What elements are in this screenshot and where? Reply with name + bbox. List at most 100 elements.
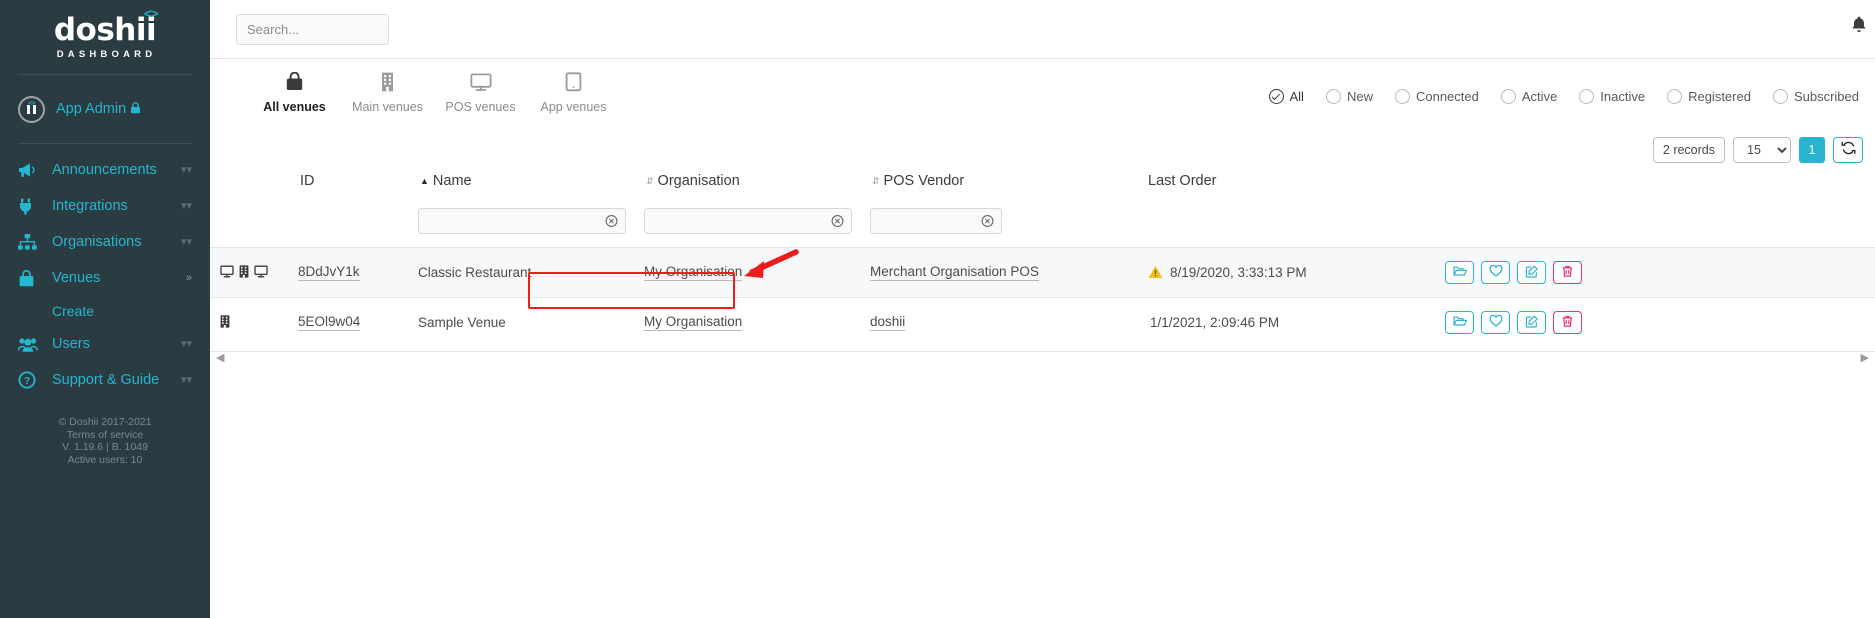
logo-code-icon: <> bbox=[144, 5, 158, 21]
search-input[interactable] bbox=[236, 13, 389, 45]
th-pos-vendor[interactable]: ⇵ POS Vendor bbox=[870, 173, 1146, 195]
sort-icon: ⇵ bbox=[872, 175, 880, 186]
warning-triangle-icon bbox=[1148, 265, 1163, 281]
footer-copyright: © Doshii 2017-2021 bbox=[58, 416, 152, 428]
monitor-icon bbox=[254, 265, 268, 281]
radio-subscribed[interactable]: Subscribed bbox=[1772, 89, 1859, 104]
open-folder-button[interactable] bbox=[1445, 311, 1474, 334]
radio-inactive[interactable]: Inactive bbox=[1579, 89, 1645, 104]
edit-button[interactable] bbox=[1517, 311, 1546, 334]
page-number-button[interactable]: 1 bbox=[1799, 137, 1825, 163]
desktop-icon bbox=[469, 71, 492, 93]
radio-connected[interactable]: Connected bbox=[1394, 89, 1479, 104]
cell-id: 5EOl9w04 bbox=[298, 297, 418, 347]
tab-app-venues[interactable]: App venues bbox=[527, 71, 620, 114]
brand-logo: doshii <> DASHBOARD bbox=[0, 0, 210, 74]
favourite-button[interactable] bbox=[1481, 311, 1510, 334]
radio-registered[interactable]: Registered bbox=[1667, 89, 1751, 104]
clear-filter-icon[interactable] bbox=[831, 215, 844, 228]
organisation-link[interactable]: My Organisation bbox=[644, 264, 743, 281]
sidebar-item-venues-create[interactable]: Create bbox=[0, 296, 210, 326]
filter-cell-name bbox=[418, 195, 644, 248]
th-last-order: Last Order bbox=[1146, 173, 1445, 195]
radio-new[interactable]: New bbox=[1325, 89, 1373, 104]
desktop-icon bbox=[220, 265, 234, 281]
filter-input-name[interactable] bbox=[419, 209, 625, 233]
filter-cell-devices bbox=[210, 195, 298, 248]
venue-id-link[interactable]: 5EOl9w04 bbox=[298, 314, 361, 331]
heart-icon bbox=[1489, 264, 1503, 280]
clear-filter-icon[interactable] bbox=[981, 215, 994, 228]
radio-label: All bbox=[1289, 89, 1304, 104]
pos-vendor-link[interactable]: Merchant Organisation POS bbox=[870, 264, 1039, 281]
th-name[interactable]: ▲ Name bbox=[418, 173, 644, 195]
pos-vendor-link[interactable]: doshii bbox=[870, 314, 906, 331]
favourite-button[interactable] bbox=[1481, 261, 1510, 284]
refresh-icon bbox=[1841, 141, 1856, 160]
radio-circle-icon bbox=[1268, 89, 1284, 104]
sidebar-subitem-label: Create bbox=[52, 303, 95, 319]
delete-button[interactable] bbox=[1553, 261, 1582, 284]
sidebar-item-users[interactable]: Users ▾▾ bbox=[0, 326, 210, 362]
app-admin-row[interactable]: <> App Admin bbox=[0, 75, 210, 143]
cell-id: 8DdJvY1k bbox=[298, 247, 418, 298]
refresh-button[interactable] bbox=[1833, 137, 1863, 163]
sidebar-footer: © Doshii 2017-2021 Terms of service V. 1… bbox=[0, 416, 210, 466]
table-horizontal-scrollbar[interactable]: ◀ ▶ bbox=[210, 351, 1875, 364]
venues-table-container: ID ▲ Name ⇵ Organisation ⇵ POS Vendor La… bbox=[210, 173, 1875, 364]
top-bar bbox=[210, 0, 1875, 58]
footer-active-users: Active users: 10 bbox=[67, 453, 143, 466]
building-icon bbox=[239, 264, 249, 281]
bell-icon[interactable] bbox=[1851, 16, 1867, 38]
pencil-square-icon bbox=[1525, 314, 1539, 331]
delete-button[interactable] bbox=[1553, 311, 1582, 334]
clear-filter-icon[interactable] bbox=[605, 215, 618, 228]
chevron-down-icon: ▾▾ bbox=[180, 337, 192, 350]
filter-input-organisation[interactable] bbox=[645, 209, 851, 233]
avatar-code-icon: <> bbox=[28, 100, 35, 107]
sidebar-item-label: Organisations bbox=[52, 234, 142, 250]
th-organisation[interactable]: ⇵ Organisation bbox=[644, 173, 870, 195]
tab-all-venues[interactable]: All venues bbox=[248, 71, 341, 114]
open-folder-button[interactable] bbox=[1445, 261, 1474, 284]
radio-label: Subscribed bbox=[1793, 89, 1859, 104]
bag-icon bbox=[18, 269, 46, 287]
tab-main-venues[interactable]: Main venues bbox=[341, 71, 434, 114]
sidebar-item-venues[interactable]: Venues » bbox=[0, 260, 210, 296]
sidebar-nav: Announcements ▾▾ Integrations ▾▾ Organis… bbox=[0, 144, 210, 398]
venues-table: ID ▲ Name ⇵ Organisation ⇵ POS Vendor La… bbox=[210, 173, 1875, 347]
edit-button[interactable] bbox=[1517, 261, 1546, 284]
table-row[interactable]: 8DdJvY1k Classic Restaurant My Organisat… bbox=[210, 247, 1875, 298]
cell-pos-vendor: Merchant Organisation POS bbox=[870, 247, 1146, 298]
sort-ascending-icon: ▲ bbox=[420, 175, 429, 186]
sidebar-item-support-guide[interactable]: ? Support & Guide ▾▾ bbox=[0, 362, 210, 398]
sidebar-item-organisations[interactable]: Organisations ▾▾ bbox=[0, 224, 210, 260]
svg-text:?: ? bbox=[24, 376, 30, 387]
question-circle-icon: ? bbox=[18, 371, 46, 389]
radio-active[interactable]: Active bbox=[1500, 89, 1557, 104]
chevron-down-icon: ▾▾ bbox=[180, 199, 192, 212]
footer-terms-link[interactable]: Terms of service bbox=[0, 429, 210, 442]
tab-label: All venues bbox=[263, 100, 326, 114]
venue-id-link[interactable]: 8DdJvY1k bbox=[298, 264, 360, 281]
sidebar-item-announcements[interactable]: Announcements ▾▾ bbox=[0, 152, 210, 188]
sidebar-item-integrations[interactable]: Integrations ▾▾ bbox=[0, 188, 210, 224]
radio-label: Inactive bbox=[1600, 89, 1646, 104]
avatar: <> bbox=[18, 95, 45, 123]
filter-cell-organisation bbox=[644, 195, 870, 248]
filter-cell-actions bbox=[1445, 195, 1875, 248]
radio-label: Connected bbox=[1415, 89, 1479, 104]
page-size-select[interactable]: 15 25 50 100 bbox=[1733, 137, 1791, 163]
venue-name: Sample Venue bbox=[418, 315, 506, 330]
scroll-left-icon[interactable]: ◀ bbox=[216, 352, 224, 364]
radio-all[interactable]: All bbox=[1268, 89, 1304, 104]
radio-circle-icon bbox=[1394, 89, 1410, 104]
scroll-right-icon[interactable]: ▶ bbox=[1861, 352, 1869, 364]
building-icon bbox=[220, 314, 230, 331]
organisation-link[interactable]: My Organisation bbox=[644, 314, 743, 331]
th-actions bbox=[1445, 173, 1875, 195]
sidebar: doshii <> DASHBOARD <> App Admin Announc… bbox=[0, 0, 221, 618]
cell-organisation: My Organisation bbox=[644, 247, 870, 298]
table-row[interactable]: 5EOl9w04 Sample Venue My Organisation do… bbox=[210, 297, 1875, 347]
tab-pos-venues[interactable]: POS venues bbox=[434, 71, 527, 114]
